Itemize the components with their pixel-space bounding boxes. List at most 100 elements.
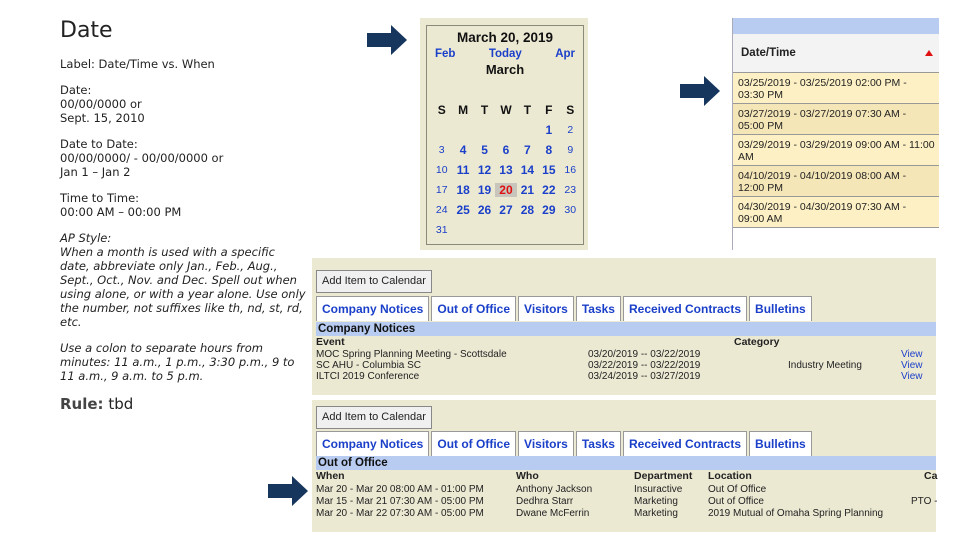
label-note: Label: Date/Time vs. When <box>60 57 215 71</box>
calendar-day[interactable]: 27 <box>495 203 516 217</box>
day-of-week-row: SMTWTFS <box>431 100 581 120</box>
tab-out-of-office[interactable]: Out of Office <box>431 431 517 456</box>
calendar-day[interactable]: 30 <box>560 204 581 216</box>
calendar-day[interactable]: 18 <box>452 183 473 197</box>
calendar-day[interactable]: 10 <box>431 164 452 176</box>
table-cell-dates: 03/20/2019 -- 03/22/2019 <box>588 349 701 360</box>
sort-ascending-icon[interactable] <box>925 50 933 56</box>
calendar-nav: Feb Today Apr <box>427 48 583 60</box>
tab-tasks[interactable]: Tasks <box>575 296 621 321</box>
calendar-day[interactable]: 7 <box>517 143 538 157</box>
calendar-day[interactable]: 3 <box>431 144 452 156</box>
tab-received-contracts[interactable]: Received Contracts <box>622 431 748 456</box>
tab-visitors[interactable]: Visitors <box>518 431 574 456</box>
range-format-2: Jan 1 – Jan 2 <box>60 165 131 179</box>
datetime-header-label: Date/Time <box>741 47 796 59</box>
calendar-day[interactable]: 11 <box>452 163 473 177</box>
calendar-day[interactable]: 17 <box>431 184 452 196</box>
tab-bulletins[interactable]: Bulletins <box>749 296 812 321</box>
calendar-day[interactable]: 31 <box>431 224 452 236</box>
list-item[interactable]: 03/25/2019 - 03/25/2019 02:00 PM - 03:30… <box>733 73 939 104</box>
column-header-category: Ca <box>924 470 938 482</box>
calendar-day[interactable]: 8 <box>538 143 559 157</box>
list-item[interactable]: 03/29/2019 - 03/29/2019 09:00 AM - 11:00… <box>733 135 939 166</box>
calendar-day[interactable]: 2 <box>560 124 581 136</box>
next-month-link[interactable]: Apr <box>555 48 575 60</box>
table-cell-event[interactable]: SC AHU - Columbia SC <box>316 360 421 371</box>
table-cell-location: 2019 Mutual of Omaha Spring Planning <box>708 508 884 519</box>
calendar-week-row: 31 <box>431 220 581 240</box>
calendar-day[interactable]: 16 <box>560 164 581 176</box>
view-link[interactable]: View <box>901 360 923 371</box>
calendar-day[interactable]: 9 <box>560 144 581 156</box>
calendar-day[interactable]: 24 <box>431 204 452 216</box>
time-format: 00:00 AM – 00:00 PM <box>60 205 182 219</box>
range-heading: Date to Date: <box>60 137 138 151</box>
calendar-day[interactable]: 13 <box>495 163 516 177</box>
calendar-day[interactable]: 5 <box>474 143 495 157</box>
calendar-title: March 20, 2019 <box>456 30 554 45</box>
time-heading: Time to Time: <box>60 191 140 205</box>
page-title: Date <box>60 18 113 43</box>
calendar-day[interactable]: 4 <box>452 143 473 157</box>
calendar-day[interactable]: 15 <box>538 163 559 177</box>
table-cell-dates: 03/24/2019 -- 03/27/2019 <box>588 371 701 382</box>
prev-month-link[interactable]: Feb <box>435 48 455 60</box>
tab-tasks[interactable]: Tasks <box>575 431 621 456</box>
table-cell-department: Marketing <box>634 496 678 507</box>
today-link[interactable]: Today <box>489 48 522 60</box>
table-cell-department: Marketing <box>634 508 678 519</box>
table-cell-who[interactable]: Dedhra Starr <box>516 496 573 507</box>
datetime-column-header[interactable]: Date/Time <box>733 34 939 73</box>
column-header-location: Location <box>708 470 752 482</box>
calendar-day[interactable]: 26 <box>474 203 495 217</box>
tab-received-contracts[interactable]: Received Contracts <box>622 296 748 321</box>
calendar-day[interactable]: 29 <box>538 203 559 217</box>
add-item-button[interactable]: Add Item to Calendar <box>316 270 432 293</box>
view-link[interactable]: View <box>901 371 923 382</box>
tab-company-notices[interactable]: Company Notices <box>316 296 430 321</box>
tab-bar: Company Notices Out of Office Visitors T… <box>316 431 814 456</box>
calendar-day[interactable]: 6 <box>495 143 516 157</box>
tab-company-notices[interactable]: Company Notices <box>316 431 430 456</box>
tab-visitors[interactable]: Visitors <box>518 296 574 321</box>
view-link[interactable]: View <box>901 349 923 360</box>
tab-out-of-office[interactable]: Out of Office <box>431 296 517 321</box>
list-item[interactable]: 03/27/2019 - 03/27/2019 07:30 AM - 05:00… <box>733 104 939 135</box>
datetime-list: Date/Time 03/25/2019 - 03/25/2019 02:00 … <box>732 18 939 250</box>
section-header: Company Notices <box>316 322 936 336</box>
day-of-week-label: M <box>458 103 469 117</box>
range-format-1: 00/00/0000/ - 00/00/0000 or <box>60 151 224 165</box>
guidelines-panel: Date Label: Date/Time vs. When Date: 00/… <box>58 18 308 413</box>
table-cell-event[interactable]: MOC Spring Planning Meeting - Scottsdale <box>316 349 507 360</box>
calendar-day[interactable]: 28 <box>517 203 538 217</box>
day-of-week-label: T <box>480 103 489 117</box>
list-item[interactable]: 04/10/2019 - 04/10/2019 08:00 AM - 12:00… <box>733 166 939 197</box>
list-top-bar <box>733 18 939 34</box>
rule-value: tbd <box>108 395 134 413</box>
table-cell-category: PTO - <box>911 496 938 507</box>
calendar-day[interactable]: 23 <box>560 184 581 196</box>
out-of-office-panel: Add Item to Calendar Company Notices Out… <box>312 400 938 532</box>
calendar-day[interactable]: 19 <box>474 183 495 197</box>
calendar-day[interactable]: 22 <box>538 183 559 197</box>
table-cell-event[interactable]: ILTCI 2019 Conference <box>316 371 419 382</box>
calendar-day[interactable]: 12 <box>474 163 495 177</box>
calendar-week-row: 3456789 <box>431 140 581 160</box>
add-item-button[interactable]: Add Item to Calendar <box>316 406 432 429</box>
column-header-event: Event <box>316 336 345 348</box>
table-cell-who[interactable]: Dwane McFerrin <box>516 508 589 519</box>
section-header: Out of Office <box>316 456 936 470</box>
table-cell-who[interactable]: Anthony Jackson <box>516 484 592 495</box>
calendar-day[interactable]: 21 <box>517 183 538 197</box>
calendar-day[interactable]: 14 <box>517 163 538 177</box>
calendar-day[interactable]: 25 <box>452 203 473 217</box>
rule-line: Rule: tbd <box>60 395 308 413</box>
calendar-day[interactable]: 20 <box>495 183 517 197</box>
calendar-day[interactable]: 1 <box>538 123 559 137</box>
list-item[interactable]: 04/30/2019 - 04/30/2019 07:30 AM - 09:00… <box>733 197 939 228</box>
tab-bulletins[interactable]: Bulletins <box>749 431 812 456</box>
table-cell-location: Out of Office <box>708 496 764 507</box>
column-header-category: Category <box>734 336 780 348</box>
time-format-block: Time to Time: 00:00 AM – 00:00 PM <box>60 191 308 219</box>
